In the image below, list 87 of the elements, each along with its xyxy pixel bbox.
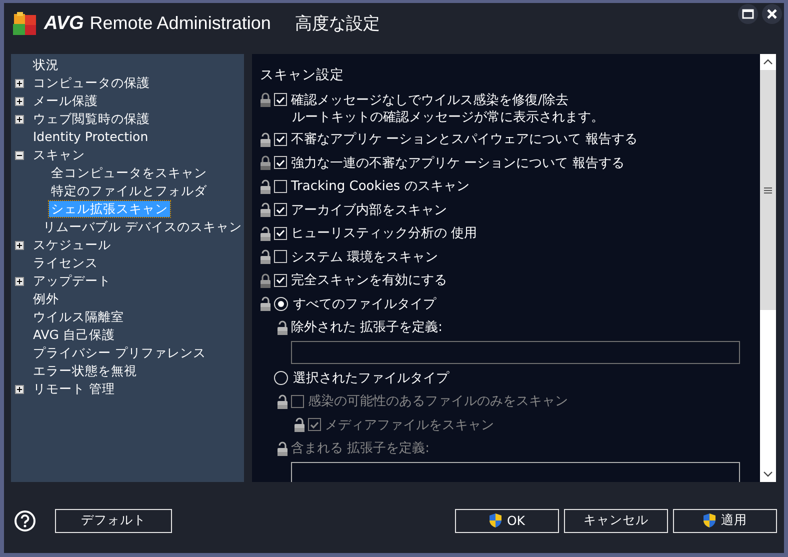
tree-item[interactable]: リムーバブル デバイスのスキャン [41, 219, 244, 235]
checkmark-icon [276, 276, 285, 284]
checkbox-label: 不審なアプリケ ーションとスパイウェアについて 報告する [291, 131, 638, 148]
checkmark-icon [276, 158, 285, 167]
tree-item[interactable]: コンピュータの保護 [31, 75, 152, 91]
scroll-thumb[interactable] [760, 70, 776, 310]
tree-item[interactable]: メール保護 [31, 93, 100, 109]
checkmark-icon [310, 420, 319, 429]
close-button[interactable] [762, 4, 782, 24]
checkbox-label: 完全スキャンを有効にする [291, 272, 447, 290]
scroll-up-icon[interactable] [763, 59, 773, 65]
checkmark-icon [276, 96, 285, 104]
checkbox[interactable] [274, 203, 287, 216]
unlocked-icon[interactable] [260, 226, 271, 241]
checkmark-icon [276, 135, 285, 144]
setting-note: ルートキットの確認メッセージが常に表示されます。 [291, 108, 605, 126]
radio-button[interactable] [274, 370, 288, 385]
locked-icon[interactable] [260, 155, 271, 170]
tree-item[interactable]: 例外 [31, 291, 61, 307]
tree-item[interactable]: ウェブ閲覧時の保護 [31, 111, 152, 127]
checkbox[interactable] [274, 93, 287, 106]
scrollbar[interactable] [760, 54, 776, 482]
locked-icon[interactable] [260, 92, 271, 108]
checkbox-label: 強力な一連の不審なアプリケ ーションについて 報告する [291, 154, 624, 172]
radio-button[interactable] [274, 296, 288, 311]
checkbox-label: Tracking Cookies のスキャン [291, 178, 470, 196]
product-name: Remote Administration [90, 13, 271, 34]
expand-icon[interactable] [15, 78, 24, 88]
window-title: 高度な設定 [294, 13, 380, 35]
tree-item[interactable]: ライセンス [31, 255, 100, 271]
section-heading: スキャン設定 [260, 66, 345, 84]
text-field[interactable] [291, 341, 740, 364]
checkbox-label: 確認メッセージなしでウイルス感染を修復/除去 [291, 92, 568, 109]
checkbox[interactable] [274, 274, 287, 287]
locked-icon[interactable] [260, 272, 271, 288]
grip-icon [764, 186, 772, 194]
tree-item[interactable]: エラー状態を無視 [31, 363, 139, 379]
checkbox-label: 感染の可能性のあるファイルのみをスキャン [308, 393, 568, 410]
unlocked-icon[interactable] [277, 320, 288, 335]
checkbox-label: システム 環境をスキャン [291, 248, 438, 266]
tree-item[interactable]: 特定のファイルとフォルダ [49, 183, 209, 199]
checkbox-label: メディアファイルをスキャン [325, 416, 494, 434]
checkbox[interactable] [274, 156, 287, 170]
checkmark-icon [276, 229, 285, 238]
unlocked-icon[interactable] [260, 202, 271, 218]
checkbox[interactable] [274, 250, 287, 264]
unlocked-icon[interactable] [260, 249, 271, 264]
field-label: 除外された 拡張子を定義: [291, 319, 443, 336]
maximize-button[interactable] [738, 4, 758, 24]
checkbox[interactable] [274, 132, 287, 146]
brand-name: AVG [44, 12, 84, 34]
unlocked-icon[interactable] [260, 178, 271, 194]
tree-item[interactable]: アップデート [31, 273, 113, 289]
collapse-icon[interactable] [15, 150, 24, 160]
tree-item[interactable]: リモート 管理 [31, 381, 117, 397]
apply-button[interactable]: 適用 [673, 508, 777, 532]
expand-icon[interactable] [15, 384, 24, 394]
expand-icon[interactable] [15, 276, 24, 286]
tree-item[interactable]: Identity Protection [31, 129, 150, 145]
help-icon[interactable] [14, 510, 36, 532]
default-button[interactable]: デフォルト [55, 508, 172, 532]
expand-icon[interactable] [15, 240, 24, 250]
unlocked-icon[interactable] [260, 132, 271, 147]
logo-icon [12, 12, 38, 36]
tree-item[interactable]: 全コンピュータをスキャン [49, 165, 209, 181]
expand-icon[interactable] [15, 96, 24, 106]
cancel-button[interactable]: キャンセル [564, 508, 668, 532]
field-label: 含まれる 拡張子を定義: [291, 440, 430, 458]
checkbox[interactable] [274, 180, 287, 193]
maximize-icon[interactable] [742, 9, 754, 19]
tree-item[interactable]: プライバシー プリファレンス [31, 345, 208, 361]
radio-label: すべてのファイルタイプ [293, 296, 436, 313]
ok-button[interactable]: OK [455, 508, 559, 532]
unlocked-icon[interactable] [260, 296, 271, 312]
checkbox-label: アーカイブ内部をスキャン [291, 202, 447, 219]
expand-icon[interactable] [15, 114, 24, 124]
tree-item[interactable]: AVG 自己保護 [31, 327, 117, 343]
scroll-down-icon[interactable] [763, 471, 773, 477]
tree-item[interactable]: スキャン [31, 147, 87, 163]
tree-item[interactable]: ウイルス隔離室 [31, 309, 126, 325]
tree-item[interactable]: 状況 [31, 57, 61, 73]
close-icon[interactable] [767, 9, 777, 19]
checkmark-icon [276, 206, 285, 214]
checkbox[interactable] [274, 226, 287, 240]
radio-label: 選択されたファイルタイプ [293, 370, 449, 387]
tree-item[interactable]: スケジュール [31, 237, 113, 253]
checkbox-label: ヒューリスティック分析の 使用 [291, 225, 478, 242]
